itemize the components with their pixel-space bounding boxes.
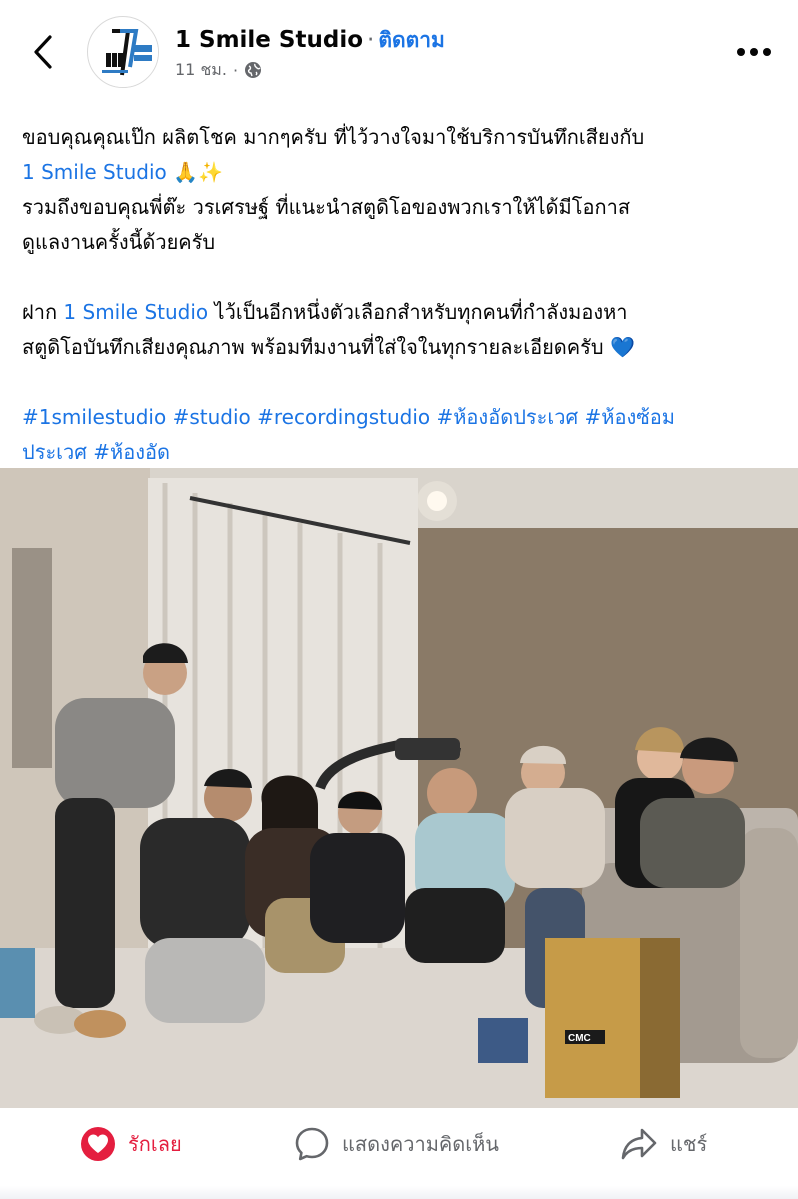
hashtags[interactable]: ประเวศ #ห้องอัด — [22, 440, 170, 464]
caption-text: ดูแลงานครั้งนี้ด้วยครับ — [22, 230, 216, 254]
more-options-button[interactable] — [732, 36, 776, 68]
more-horizontal-icon — [737, 48, 771, 56]
name-separator: · — [367, 27, 375, 53]
hashtag-line: ประเวศ #ห้องอัด — [22, 435, 782, 470]
page-mention-link[interactable]: 1 Smile Studio — [22, 160, 167, 184]
name-row: 1 Smile Studio · ติดตาม — [175, 24, 445, 56]
love-reaction-button[interactable]: รักเลย — [80, 1122, 182, 1166]
hashtags[interactable]: #1smilestudio #studio #recordingstudio #… — [22, 405, 675, 429]
caption-text: รวมถึงขอบคุณพี่ต๊ะ วรเศรษฐ์ ที่แนะนำสตูด… — [22, 195, 631, 219]
comment-label: แสดงความคิดเห็น — [342, 1132, 499, 1156]
globe-icon — [245, 62, 262, 78]
post-header: 1 Smile Studio · ติดตาม 11 ชม. · — [0, 0, 798, 100]
follow-button[interactable]: ติดตาม — [378, 24, 445, 57]
post-timestamp[interactable]: 11 ชม. — [175, 58, 227, 83]
next-content-divider — [0, 1186, 798, 1199]
page-mention-link[interactable]: 1 Smile Studio — [63, 300, 208, 324]
page-avatar[interactable] — [87, 16, 159, 88]
studio-logo-image — [89, 18, 158, 87]
group-photo-image: CMC — [0, 468, 798, 1108]
blue-heart-emoji: 💙 — [609, 335, 635, 359]
meta-separator: · — [232, 60, 239, 80]
caption-text: ฝาก — [22, 300, 58, 324]
prayer-sparkle-emoji: 🙏✨ — [173, 160, 223, 184]
hashtag-line: #1smilestudio #studio #recordingstudio #… — [22, 400, 782, 435]
comment-bubble-icon — [295, 1127, 329, 1161]
comment-button[interactable]: แสดงความคิดเห็น — [294, 1122, 499, 1166]
cajon-drum — [545, 938, 680, 1098]
caption-line: รวมถึงขอบคุณพี่ต๊ะ วรเศรษฐ์ ที่แนะนำสตูด… — [22, 190, 782, 225]
post-caption: ขอบคุณคุณเป๊ก ผลิตโชค มากๆครับ ที่ไว้วาง… — [22, 120, 782, 470]
caption-text: สตูดิโอบันทึกเสียงคุณภาพ พร้อมทีมงานที่ใ… — [22, 335, 604, 359]
share-button[interactable]: แชร์ — [620, 1122, 707, 1166]
caption-line: ขอบคุณคุณเป๊ก ผลิตโชค มากๆครับ ที่ไว้วาง… — [22, 120, 782, 155]
post-action-bar: รักเลย แสดงความคิดเห็น แชร์ — [0, 1108, 798, 1180]
caption-line: สตูดิโอบันทึกเสียงคุณภาพ พร้อมทีมงานที่ใ… — [22, 330, 782, 365]
love-reaction-label: รักเลย — [128, 1132, 182, 1156]
share-arrow-icon — [621, 1128, 657, 1160]
chevron-left-icon — [34, 35, 52, 69]
cajon-label: CMC — [568, 1033, 591, 1044]
page-name[interactable]: 1 Smile Studio — [175, 27, 363, 53]
caption-text: ไว้เป็นอีกหนึ่งตัวเลือกสำหรับทุกคนที่กำล… — [214, 300, 628, 324]
caption-line: 1 Smile Studio 🙏✨ — [22, 155, 782, 190]
caption-text: ขอบคุณคุณเป๊ก ผลิตโชค มากๆครับ ที่ไว้วาง… — [22, 125, 645, 149]
heart-reaction-icon — [81, 1127, 115, 1161]
share-label: แชร์ — [670, 1132, 708, 1156]
post-photo[interactable]: CMC — [0, 468, 798, 1108]
caption-line: ฝาก 1 Smile Studio ไว้เป็นอีกหนึ่งตัวเลื… — [22, 295, 782, 330]
caption-line: ดูแลงานครั้งนี้ด้วยครับ — [22, 225, 782, 260]
back-button[interactable] — [26, 30, 60, 74]
post-meta: 11 ชม. · — [175, 58, 262, 82]
